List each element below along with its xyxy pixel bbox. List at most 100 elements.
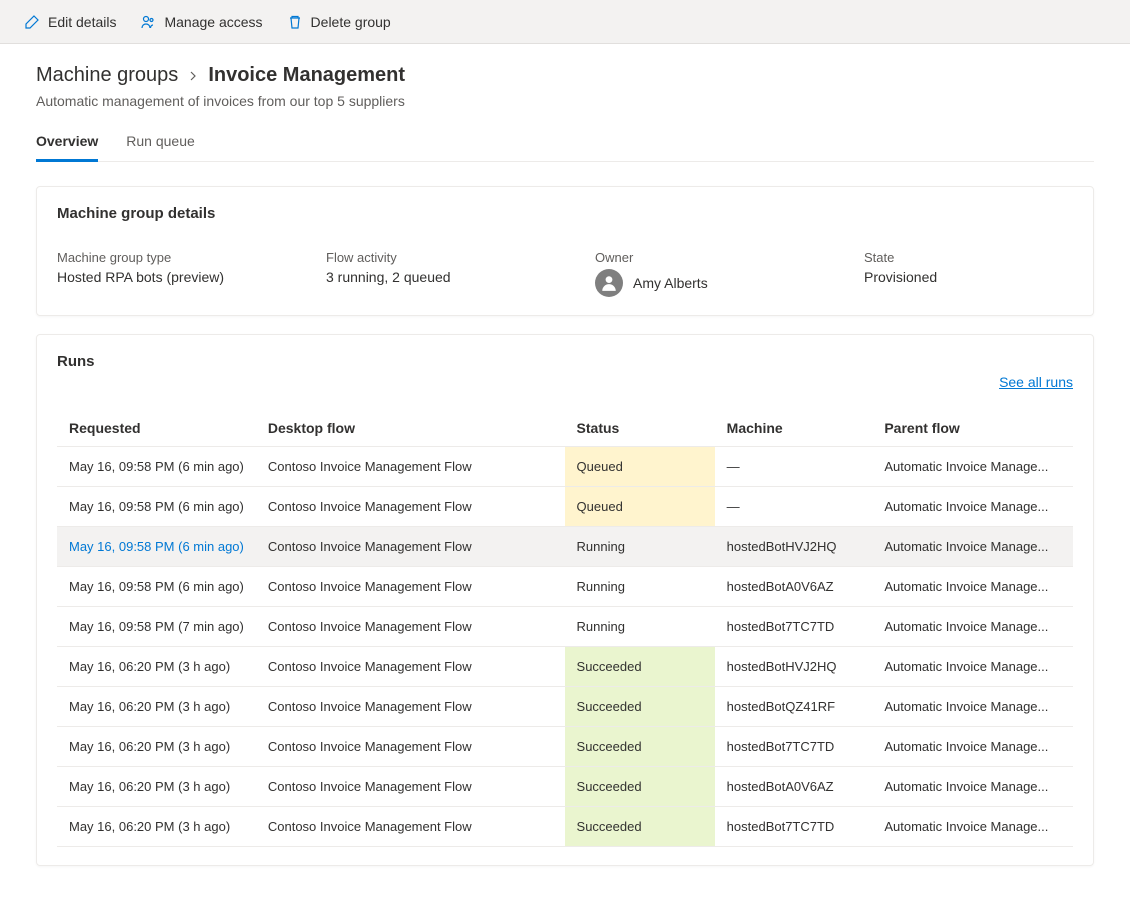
col-flow[interactable]: Desktop flow	[256, 410, 565, 447]
cell-parent: Automatic Invoice Manage...	[872, 487, 1073, 527]
cell-parent: Automatic Invoice Manage...	[872, 647, 1073, 687]
tab-overview[interactable]: Overview	[36, 133, 98, 161]
command-bar: Edit details Manage access Delete group	[0, 0, 1130, 44]
type-label: Machine group type	[57, 250, 266, 265]
owner-label: Owner	[595, 250, 804, 265]
cell-parent: Automatic Invoice Manage...	[872, 607, 1073, 647]
status-badge: Queued	[565, 487, 715, 526]
cell-flow: Contoso Invoice Management Flow	[256, 607, 565, 647]
tab-bar: Overview Run queue	[36, 133, 1094, 162]
see-all-runs-link[interactable]: See all runs	[999, 374, 1073, 390]
cell-flow: Contoso Invoice Management Flow	[256, 767, 565, 807]
manage-access-label: Manage access	[164, 14, 262, 30]
cell-status: Succeeded	[565, 727, 715, 767]
cell-parent: Automatic Invoice Manage...	[872, 567, 1073, 607]
cell-requested: May 16, 06:20 PM (3 h ago)	[57, 767, 256, 807]
cell-status: Succeeded	[565, 767, 715, 807]
manage-access-button[interactable]: Manage access	[140, 14, 262, 30]
cell-machine: —	[715, 487, 873, 527]
edit-icon	[24, 14, 40, 30]
cell-requested: May 16, 06:20 PM (3 h ago)	[57, 727, 256, 767]
runs-card: Runs See all runs Requested Desktop flow…	[36, 334, 1094, 866]
cell-parent: Automatic Invoice Manage...	[872, 527, 1073, 567]
table-row[interactable]: May 16, 06:20 PM (3 h ago)Contoso Invoic…	[57, 727, 1073, 767]
cell-parent: Automatic Invoice Manage...	[872, 727, 1073, 767]
status-badge: Succeeded	[565, 647, 715, 686]
cell-flow: Contoso Invoice Management Flow	[256, 567, 565, 607]
person-icon	[600, 274, 618, 292]
edit-details-button[interactable]: Edit details	[24, 14, 116, 30]
table-row[interactable]: May 16, 06:20 PM (3 h ago)Contoso Invoic…	[57, 647, 1073, 687]
cell-requested: May 16, 09:58 PM (6 min ago)	[57, 487, 256, 527]
activity-value: 3 running, 2 queued	[326, 269, 535, 285]
type-value: Hosted RPA bots (preview)	[57, 269, 266, 285]
chevron-right-icon	[188, 68, 198, 84]
cell-parent: Automatic Invoice Manage...	[872, 447, 1073, 487]
cell-machine: hostedBotHVJ2HQ	[715, 527, 873, 567]
cell-machine: hostedBot7TC7TD	[715, 607, 873, 647]
people-icon	[140, 14, 156, 30]
table-row[interactable]: May 16, 06:20 PM (3 h ago)Contoso Invoic…	[57, 767, 1073, 807]
cell-flow: Contoso Invoice Management Flow	[256, 447, 565, 487]
edit-details-label: Edit details	[48, 14, 116, 30]
table-row[interactable]: May 16, 06:20 PM (3 h ago)Contoso Invoic…	[57, 807, 1073, 847]
runs-card-title: Runs	[57, 353, 95, 370]
details-card-title: Machine group details	[57, 205, 1073, 222]
cell-requested: May 16, 09:58 PM (6 min ago)	[57, 527, 256, 567]
cell-flow: Contoso Invoice Management Flow	[256, 647, 565, 687]
cell-flow: Contoso Invoice Management Flow	[256, 527, 565, 567]
status-badge: Succeeded	[565, 687, 715, 726]
col-parent[interactable]: Parent flow	[872, 410, 1073, 447]
cell-requested: May 16, 06:20 PM (3 h ago)	[57, 807, 256, 847]
cell-flow: Contoso Invoice Management Flow	[256, 487, 565, 527]
table-row[interactable]: May 16, 06:20 PM (3 h ago)Contoso Invoic…	[57, 687, 1073, 727]
cell-flow: Contoso Invoice Management Flow	[256, 727, 565, 767]
page-description: Automatic management of invoices from ou…	[36, 93, 1094, 109]
cell-requested: May 16, 09:58 PM (6 min ago)	[57, 447, 256, 487]
table-row[interactable]: May 16, 09:58 PM (7 min ago)Contoso Invo…	[57, 607, 1073, 647]
cell-machine: hostedBotHVJ2HQ	[715, 647, 873, 687]
state-label: State	[864, 250, 1073, 265]
cell-machine: hostedBot7TC7TD	[715, 807, 873, 847]
col-machine[interactable]: Machine	[715, 410, 873, 447]
trash-icon	[287, 14, 303, 30]
activity-label: Flow activity	[326, 250, 535, 265]
cell-machine: hostedBotQZ41RF	[715, 687, 873, 727]
cell-status: Queued	[565, 487, 715, 527]
cell-parent: Automatic Invoice Manage...	[872, 807, 1073, 847]
cell-status: Succeeded	[565, 807, 715, 847]
page-title: Invoice Management	[208, 64, 405, 87]
cell-status: Running	[565, 607, 715, 647]
breadcrumb-parent[interactable]: Machine groups	[36, 64, 178, 87]
table-row[interactable]: May 16, 09:58 PM (6 min ago)Contoso Invo…	[57, 527, 1073, 567]
cell-requested: May 16, 06:20 PM (3 h ago)	[57, 647, 256, 687]
col-requested[interactable]: Requested	[57, 410, 256, 447]
status-badge: Succeeded	[565, 807, 715, 846]
cell-machine: —	[715, 447, 873, 487]
cell-machine: hostedBot7TC7TD	[715, 727, 873, 767]
cell-requested: May 16, 09:58 PM (6 min ago)	[57, 567, 256, 607]
cell-status: Succeeded	[565, 647, 715, 687]
delete-group-button[interactable]: Delete group	[287, 14, 391, 30]
owner-value: Amy Alberts	[633, 275, 708, 291]
cell-machine: hostedBotA0V6AZ	[715, 567, 873, 607]
state-value: Provisioned	[864, 269, 1073, 285]
details-card: Machine group details Machine group type…	[36, 186, 1094, 316]
cell-requested: May 16, 06:20 PM (3 h ago)	[57, 687, 256, 727]
cell-parent: Automatic Invoice Manage...	[872, 687, 1073, 727]
col-status[interactable]: Status	[565, 410, 715, 447]
table-row[interactable]: May 16, 09:58 PM (6 min ago)Contoso Invo…	[57, 487, 1073, 527]
tab-runqueue[interactable]: Run queue	[126, 133, 195, 161]
breadcrumb: Machine groups Invoice Management	[36, 64, 1094, 87]
table-row[interactable]: May 16, 09:58 PM (6 min ago)Contoso Invo…	[57, 447, 1073, 487]
cell-flow: Contoso Invoice Management Flow	[256, 807, 565, 847]
cell-status: Running	[565, 567, 715, 607]
cell-parent: Automatic Invoice Manage...	[872, 767, 1073, 807]
table-row[interactable]: May 16, 09:58 PM (6 min ago)Contoso Invo…	[57, 567, 1073, 607]
delete-group-label: Delete group	[311, 14, 391, 30]
status-badge: Succeeded	[565, 727, 715, 766]
status-badge: Succeeded	[565, 767, 715, 806]
cell-requested: May 16, 09:58 PM (7 min ago)	[57, 607, 256, 647]
cell-status: Queued	[565, 447, 715, 487]
cell-status: Succeeded	[565, 687, 715, 727]
